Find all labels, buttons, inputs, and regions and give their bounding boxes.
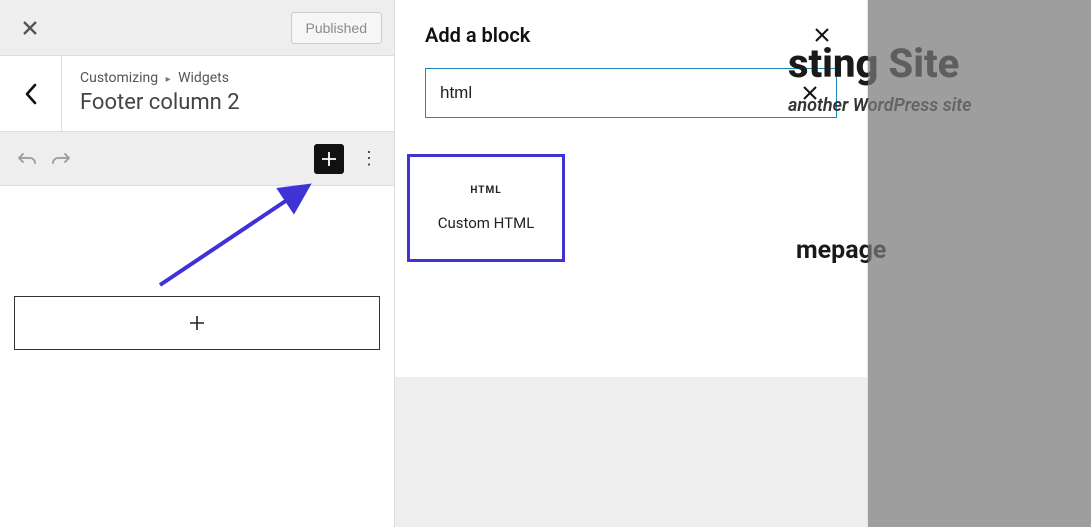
customizer-sidebar: Published Customizing ▸ Widgets Footer c… — [0, 0, 395, 527]
back-button[interactable] — [0, 56, 62, 131]
undo-button[interactable] — [10, 142, 44, 176]
add-block-button[interactable] — [314, 144, 344, 174]
sidebar-top-bar: Published — [0, 0, 394, 56]
chevron-right-icon: ▸ — [166, 74, 171, 85]
breadcrumb-row: Customizing ▸ Widgets Footer column 2 — [0, 56, 394, 132]
add-block-appender[interactable] — [14, 296, 380, 350]
publish-status-button[interactable]: Published — [291, 12, 383, 44]
block-search-field[interactable] — [425, 68, 837, 118]
preview-dimmer — [868, 0, 1091, 527]
redo-icon — [51, 151, 71, 167]
search-input[interactable] — [440, 83, 798, 103]
popover-footer — [395, 377, 867, 527]
block-option-label: Custom HTML — [438, 214, 535, 232]
undo-icon — [17, 151, 37, 167]
block-option-custom-html[interactable]: HTML Custom HTML — [407, 154, 565, 262]
popover-title: Add a block — [425, 23, 530, 47]
plus-icon — [188, 314, 206, 332]
html-icon: HTML — [470, 185, 501, 196]
close-icon — [21, 19, 39, 37]
more-options-button[interactable]: ⋮ — [354, 144, 384, 174]
plus-icon — [321, 151, 337, 167]
more-vertical-icon: ⋮ — [360, 148, 378, 169]
breadcrumb-labels: Customizing ▸ Widgets Footer column 2 — [62, 56, 394, 131]
widget-area — [0, 186, 394, 360]
editor-toolbar: ⋮ — [0, 132, 394, 186]
breadcrumb-root: Customizing — [80, 70, 158, 86]
breadcrumb-parent: Widgets — [178, 70, 229, 86]
close-customizer-button[interactable] — [12, 10, 48, 46]
chevron-left-icon — [24, 83, 38, 105]
breadcrumb: Customizing ▸ Widgets — [80, 70, 376, 86]
site-preview: sting Site another WordPress site mepage — [868, 0, 1091, 527]
redo-button[interactable] — [44, 142, 78, 176]
section-title: Footer column 2 — [80, 90, 376, 115]
